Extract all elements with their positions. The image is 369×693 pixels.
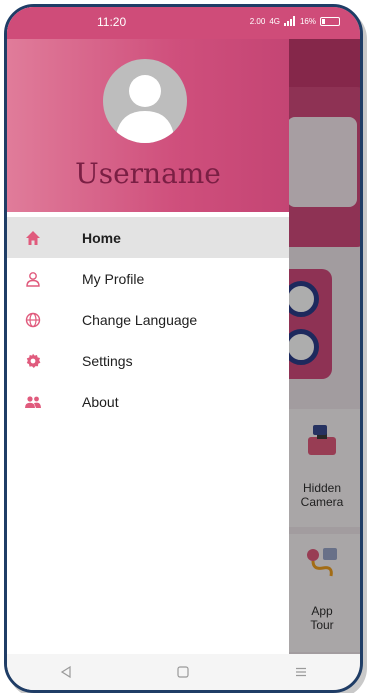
home-icon (23, 228, 43, 248)
person-icon (23, 269, 43, 289)
drawer-menu: Home My Profile Change Language Settings… (7, 217, 289, 422)
screen: Hidden Camera App Tour 11:20 2.00 4G 16%… (7, 7, 360, 690)
user-silhouette-icon (115, 75, 175, 143)
home-button[interactable] (172, 661, 194, 683)
system-nav-bar (7, 654, 360, 690)
menu-item-settings[interactable]: Settings (7, 340, 289, 381)
back-triangle-icon (60, 665, 71, 679)
menu-item-my-profile[interactable]: My Profile (7, 258, 289, 299)
menu-item-label: About (82, 393, 119, 410)
recents-button[interactable] (290, 661, 312, 683)
battery-percent: 16% (299, 16, 316, 26)
battery-fill (322, 18, 325, 24)
menu-item-label: My Profile (82, 270, 145, 287)
device-frame: Hidden Camera App Tour 11:20 2.00 4G 16%… (4, 4, 363, 693)
menu-item-about[interactable]: About (7, 381, 289, 422)
network-type: 4G (269, 16, 280, 26)
battery-icon (320, 16, 340, 26)
menu-lines-icon (296, 667, 307, 677)
group-icon (23, 392, 43, 412)
menu-item-label: Home (82, 229, 121, 246)
status-bar: 11:20 2.00 4G 16% (7, 7, 360, 39)
network-speed: 2.00 (249, 16, 266, 26)
gear-icon (23, 351, 43, 371)
username: Username (75, 157, 221, 190)
menu-item-label: Change Language (82, 311, 198, 328)
back-button[interactable] (55, 661, 77, 683)
avatar[interactable] (103, 59, 187, 143)
menu-item-change-language[interactable]: Change Language (7, 299, 289, 340)
status-indicators: 2.00 4G 16% (250, 16, 340, 26)
globe-icon (23, 310, 43, 330)
navigation-drawer: Username Home My Profile Change Language… (7, 7, 289, 690)
home-square-icon (177, 666, 190, 678)
status-time: 11:20 (97, 15, 127, 29)
menu-item-home[interactable]: Home (7, 217, 289, 258)
signal-icon (283, 16, 295, 26)
menu-item-label: Settings (82, 352, 133, 369)
